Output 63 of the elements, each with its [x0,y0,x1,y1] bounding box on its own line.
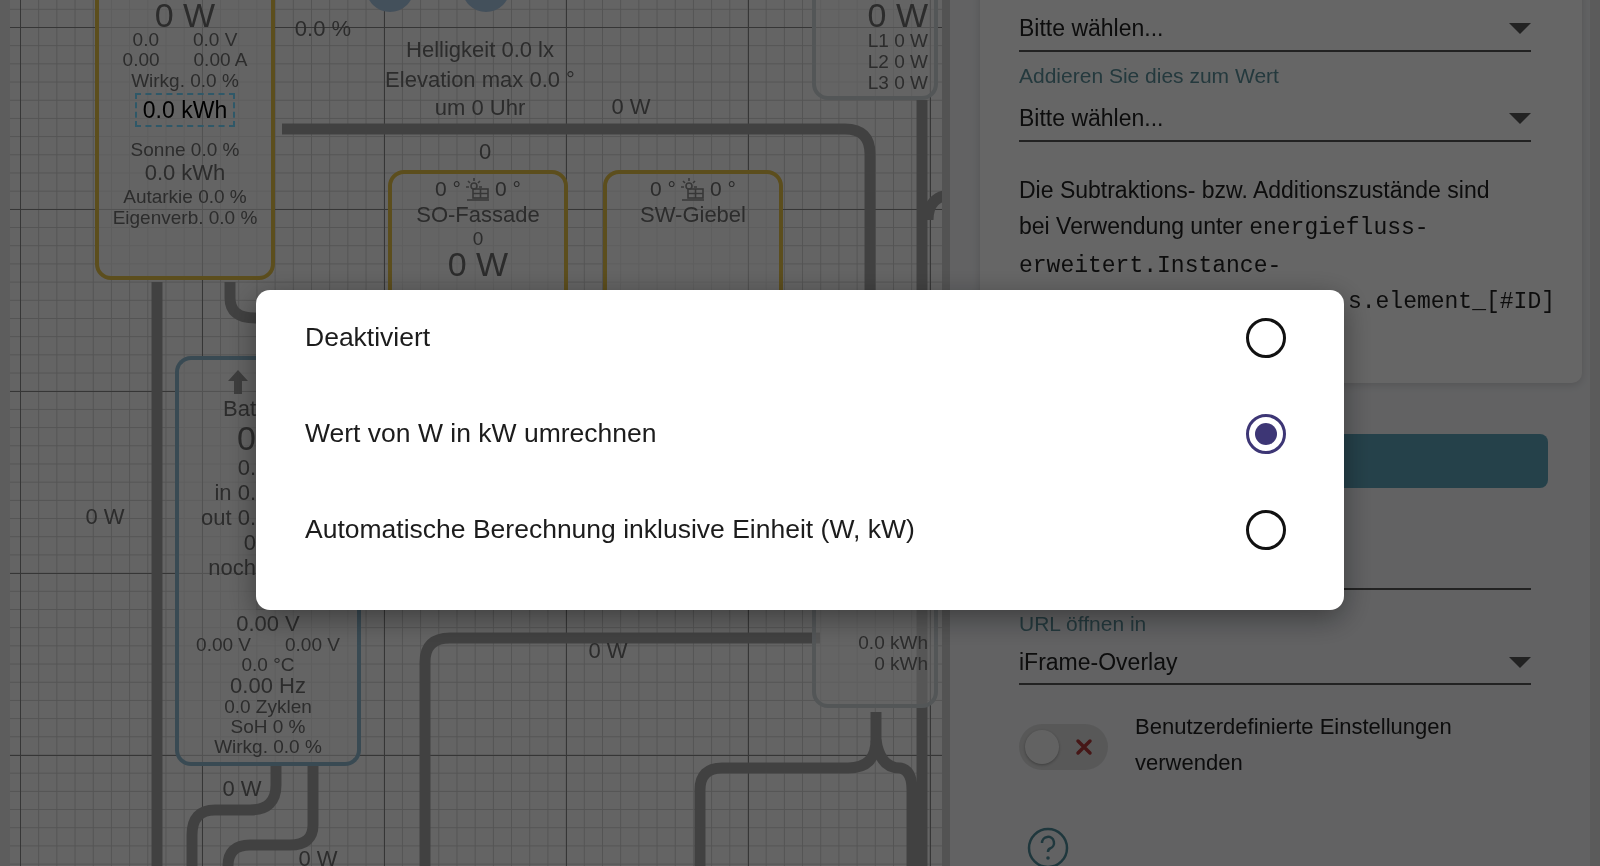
node-value: 0.0 kWh [858,632,928,653]
node-value: 0 ° [710,176,736,202]
node-value: 0 ° [650,176,676,202]
flow-label: 0 [478,141,492,163]
node-value: 0.00 V [285,635,340,655]
node-value: Wirkg. 0.0 % [214,737,322,757]
solar-panel-icon [465,176,491,202]
node-value: noch [207,555,256,580]
dropdown-select[interactable]: Bitte wählen... [1019,6,1531,52]
radio-option[interactable]: Wert von W in kW umrechnen [305,386,1286,482]
node-value: Wirkg. 0.0 % [131,70,239,91]
node-value: 0.00 A [193,50,248,70]
flow-label: 0 W [611,96,651,118]
node-value: 0 W [154,0,216,30]
node-value: 0.0 kWh [144,160,226,186]
caret-icon [1509,22,1531,34]
caret-icon [1509,656,1531,668]
node-value: 0.00 V [196,635,251,655]
radio-button[interactable] [1246,414,1286,454]
node-value: Eigenverb. 0.0 % [112,207,258,228]
node-value: 0 ° [495,176,521,202]
node-value: 0 W [447,249,509,279]
cross-icon [1075,738,1093,756]
radio-button[interactable] [1246,510,1286,550]
flow-label: 0 W [222,778,262,800]
node-value: 0.0 Zyklen [224,697,312,717]
field-label: Addieren Sie dies zum Wert [1019,64,1280,88]
node-value: 0 kWh [874,653,928,674]
caret-icon [1509,112,1531,124]
node-value: 0 W [867,0,928,30]
toggle-switch[interactable] [1019,724,1108,770]
flow-label: 0 W [588,640,628,662]
node-value: 0.0 [132,30,159,50]
flow-label: 0 W [85,506,125,528]
node-value: 0 [472,228,484,249]
flow-label: um 0 Uhr [434,97,526,119]
node-value: 0 ° [435,176,461,202]
node-value: 0.0 °C [241,655,295,675]
node-value: L2 0 W [867,51,928,72]
field-label: URL öffnen in [1019,612,1148,636]
flow-label: 0.0 % [294,18,352,40]
toggle-label: Benutzerdefinierte Einstellungen verwenden [1135,713,1453,777]
flow-label: Helligkeit 0.0 lx [406,39,554,61]
node-value: Sonne 0.0 % [130,139,240,160]
code-text: s.element_[#ID] [1346,288,1555,317]
dropdown-select[interactable]: Bitte wählen... [1019,96,1531,142]
arrow-up-icon [226,368,250,396]
node-value: 0.00 Hz [230,675,306,697]
node-value: Bat [221,396,256,421]
flow-label: 0 W [298,848,338,866]
node-value: SoH 0 % [230,717,306,737]
node-value: SO-Fassade [416,202,540,228]
selected-value[interactable]: 0.0 kWh [134,93,236,127]
node-value: 0.00 [122,50,160,70]
solar-panel-icon [680,176,706,202]
node-value: L1 0 W [867,30,928,51]
node-value: L3 0 W [867,72,928,93]
node-value: 0.0 V [193,30,238,50]
node-value: Autarkie 0.0 % [123,186,247,207]
radio-button[interactable] [1246,318,1286,358]
node-value: SW-Giebel [640,202,746,228]
dropdown-select[interactable]: iFrame-Overlay [1019,641,1531,685]
flow-label: Elevation max 0.0 ° [385,69,575,91]
